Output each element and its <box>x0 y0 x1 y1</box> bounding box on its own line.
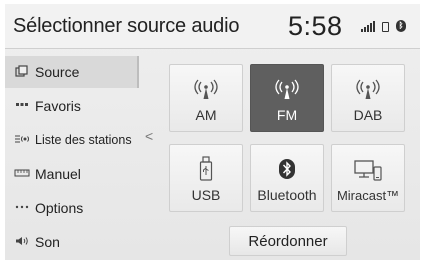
bluetooth-icon <box>278 155 296 183</box>
source-label: AM <box>195 107 217 123</box>
sidebar-item-station-list[interactable]: Liste des stations <box>5 124 137 156</box>
source-tile-fm[interactable]: FM <box>250 64 324 132</box>
signal-strength-icon <box>361 21 375 32</box>
source-label: Miracast™ <box>336 188 400 203</box>
sidebar-item-sound[interactable]: Son <box>5 226 137 258</box>
antenna-icon <box>272 75 302 103</box>
header-bar: Sélectionner source audio 5:58 ᛒ <box>5 4 420 49</box>
sidebar-item-label: Manuel <box>35 166 81 182</box>
collapse-sidebar-chevron-icon[interactable]: < <box>145 128 153 144</box>
source-label: DAB <box>353 107 383 123</box>
source-tile-miracast[interactable]: Miracast™ <box>331 144 405 212</box>
source-tile-am[interactable]: AM <box>169 64 243 132</box>
head-unit-screen: Sélectionner source audio 5:58 ᛒ Source … <box>5 4 420 260</box>
sidebar-item-label: Options <box>35 200 84 216</box>
sidebar-item-label: Favoris <box>35 98 81 114</box>
sidebar-item-manual[interactable]: Manuel <box>5 158 137 190</box>
source-tile-usb[interactable]: USB <box>169 144 243 212</box>
reorder-button[interactable]: Réordonner <box>229 226 347 256</box>
manual-icon <box>13 168 31 181</box>
antenna-icon <box>353 75 383 103</box>
sidebar: Source Favoris Liste des stations Manuel… <box>5 56 139 260</box>
miracast-icon <box>353 156 383 184</box>
options-icon <box>13 202 31 215</box>
source-label: FM <box>276 107 298 123</box>
source-label: Bluetooth <box>257 187 317 203</box>
clock: 5:58 <box>288 11 343 41</box>
source-icon <box>13 64 31 80</box>
sidebar-item-source[interactable]: Source <box>5 56 139 88</box>
source-label: USB <box>191 187 221 203</box>
favorites-icon <box>13 100 31 113</box>
sidebar-item-options[interactable]: Options <box>5 192 137 224</box>
status-icons: ᛒ <box>361 20 406 32</box>
usb-icon <box>198 155 214 183</box>
station-list-icon <box>13 133 31 148</box>
page-title: Sélectionner source audio <box>13 15 240 37</box>
sidebar-item-label: Liste des stations <box>35 133 132 147</box>
source-tile-bluetooth[interactable]: Bluetooth <box>250 144 324 212</box>
antenna-icon <box>191 75 221 103</box>
sidebar-item-label: Source <box>35 64 80 80</box>
source-tile-dab[interactable]: DAB <box>331 64 405 132</box>
sidebar-item-label: Son <box>35 234 60 250</box>
sound-icon <box>13 236 31 249</box>
storage-icon <box>382 22 389 32</box>
sidebar-item-favorites[interactable]: Favoris <box>5 90 137 122</box>
bluetooth-status-icon: ᛒ <box>396 20 406 32</box>
